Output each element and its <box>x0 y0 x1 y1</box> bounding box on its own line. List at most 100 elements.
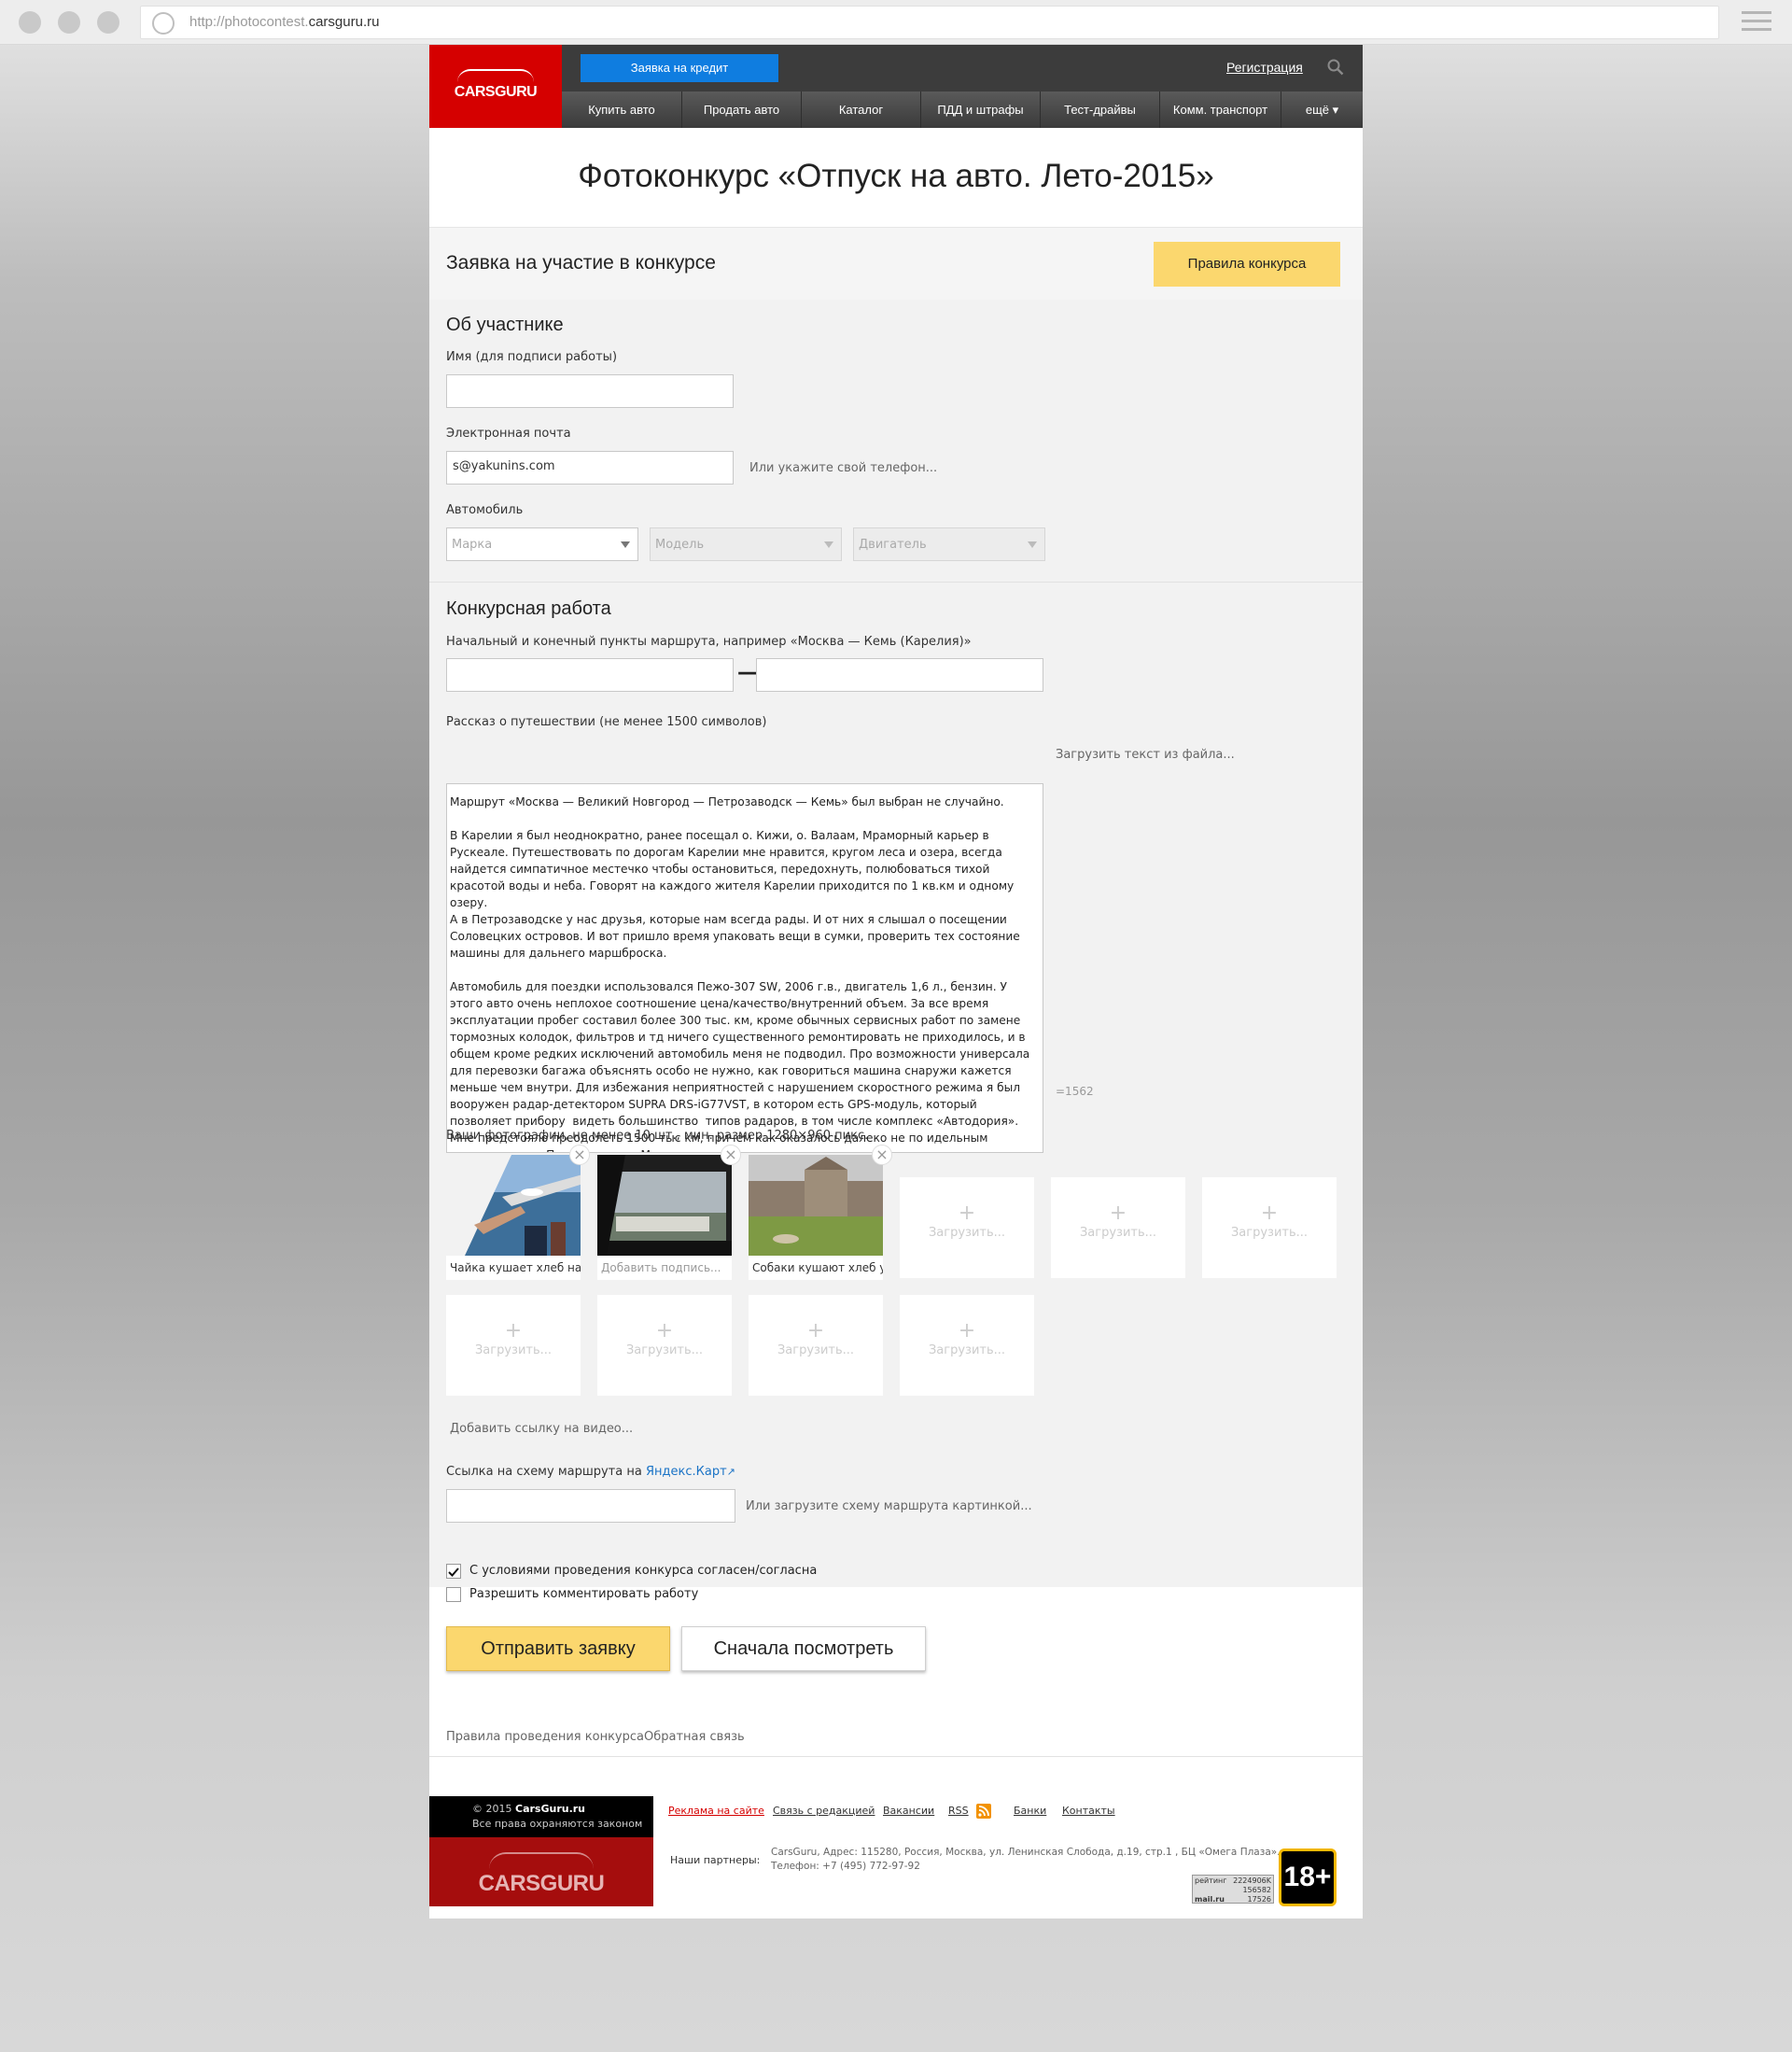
engine-select[interactable]: Двигатель <box>853 527 1045 561</box>
email-input-value: s@yakunins.com <box>453 459 555 473</box>
plus-icon: + <box>1260 1202 1279 1225</box>
hamburger-menu-icon[interactable] <box>1742 11 1771 34</box>
footer-nav-banks[interactable]: Банки <box>1014 1805 1046 1817</box>
photo-caption[interactable]: Собаки кушают хлеб у... <box>749 1256 883 1280</box>
plus-icon: + <box>655 1319 674 1342</box>
seagull-photo <box>446 1155 581 1256</box>
upload-slot-label: Загрузить... <box>625 1343 704 1357</box>
register-link[interactable]: Регистрация <box>1226 60 1303 75</box>
story-textarea[interactable]: Маршрут «Москва — Великий Новгород — Пет… <box>446 783 1043 1153</box>
upload-slot-label: Загрузить... <box>928 1226 1006 1240</box>
nav-catalog[interactable]: Каталог <box>801 91 920 128</box>
credit-request-button[interactable]: Заявка на кредит <box>581 54 778 82</box>
upload-map-image-link[interactable]: Или загрузите схему маршрута картинкой..… <box>746 1499 1032 1513</box>
upload-slot-label: Загрузить... <box>1230 1226 1309 1240</box>
reload-icon[interactable] <box>152 12 175 35</box>
name-label: Имя (для подписи работы) <box>446 350 618 364</box>
upload-text-link[interactable]: Загрузить текст из файла... <box>1056 748 1235 762</box>
counter-value: 17526 <box>1247 1895 1271 1904</box>
plus-icon: + <box>806 1319 825 1342</box>
allow-comments-label[interactable]: Разрешить комментировать работу <box>469 1587 698 1601</box>
plus-icon: + <box>958 1319 976 1342</box>
photo-thumbnail[interactable] <box>749 1155 883 1256</box>
nav-traffic-rules[interactable]: ПДД и штрафы <box>920 91 1040 128</box>
email-input[interactable]: s@yakunins.com <box>446 451 734 485</box>
map-link-input[interactable] <box>446 1489 735 1523</box>
page: CARSGURU Заявка на кредит Регистрация Ку… <box>429 45 1363 1918</box>
upload-slot[interactable]: + Загрузить... <box>900 1177 1034 1278</box>
page-title: Фотоконкурс «Отпуск на авто. Лето-2015» <box>578 158 1214 194</box>
nav-test-drives[interactable]: Тест-драйвы <box>1040 91 1159 128</box>
rss-icon[interactable] <box>976 1804 991 1819</box>
external-link-icon: ↗ <box>726 1466 735 1478</box>
name-input[interactable] <box>446 374 734 408</box>
nav-commercial[interactable]: Комм. транспорт <box>1159 91 1281 128</box>
phone-line: Телефон: +7 (495) 772-97-92 <box>771 1861 920 1872</box>
nav-buy-car[interactable]: Купить авто <box>562 91 681 128</box>
char-count: =1562 <box>1056 1085 1094 1098</box>
car-silhouette-icon <box>489 1852 594 1869</box>
nav-sell-car[interactable]: Продать авто <box>681 91 801 128</box>
brand-select[interactable]: Марка <box>446 527 638 561</box>
upload-slot[interactable]: + Загрузить... <box>1051 1177 1185 1278</box>
upload-slot[interactable]: + Загрузить... <box>749 1295 883 1396</box>
submit-button[interactable]: Отправить заявку <box>446 1626 670 1671</box>
allow-comments-checkbox[interactable] <box>446 1587 461 1602</box>
submit-section <box>429 1587 1363 1805</box>
main-nav: Купить авто Продать авто Каталог ПДД и ш… <box>562 91 1363 128</box>
model-select[interactable]: Модель <box>650 527 842 561</box>
footer-nav-contact-editors[interactable]: Связь с редакцией <box>773 1805 875 1817</box>
photo-caption-placeholder[interactable]: Добавить подпись... <box>597 1256 732 1280</box>
photo-thumbnail[interactable] <box>597 1155 732 1256</box>
footer-nav-rss[interactable]: RSS <box>948 1805 969 1817</box>
plus-icon: + <box>504 1319 523 1342</box>
fortress-photo <box>749 1155 883 1256</box>
counter-value: 156582 <box>1242 1886 1271 1894</box>
photo-thumbnail[interactable] <box>446 1155 581 1256</box>
footer-nav-contacts[interactable]: Контакты <box>1062 1805 1115 1817</box>
phone-link[interactable]: Или укажите свой телефон... <box>749 461 937 475</box>
address-line: CarsGuru, Адрес: 115280, Россия, Москва,… <box>771 1847 1281 1858</box>
logo-text: CARSGURU <box>454 84 538 100</box>
remove-photo-close-icon[interactable]: × <box>872 1145 892 1165</box>
upload-slot[interactable]: + Загрузить... <box>1202 1177 1337 1278</box>
footer-logo[interactable]: CARSGURU <box>429 1837 653 1906</box>
window-dot-icon[interactable] <box>58 11 80 34</box>
upload-slot-label: Загрузить... <box>1079 1226 1157 1240</box>
upload-slot[interactable]: + Загрузить... <box>597 1295 732 1396</box>
contest-rules-link[interactable]: Правила проведения конкурса <box>446 1730 644 1744</box>
chevron-down-icon <box>824 541 833 548</box>
nav-more[interactable]: ещё ▾ <box>1281 91 1363 128</box>
photos-label: Ваши фотографии, не менее 10 шт., мин. р… <box>446 1129 869 1143</box>
footer-nav-ads[interactable]: Реклама на сайте <box>668 1805 764 1817</box>
counter-value: 2224906K <box>1233 1876 1271 1885</box>
search-icon[interactable] <box>1327 59 1344 76</box>
agree-checkbox[interactable] <box>446 1564 461 1579</box>
route-separator: — <box>737 661 758 684</box>
route-end-input[interactable] <box>756 658 1043 692</box>
remove-photo-close-icon[interactable]: × <box>569 1145 590 1165</box>
contest-rules-button[interactable]: Правила конкурса <box>1154 242 1340 287</box>
partners-label: Наши партнеры: <box>670 1854 761 1866</box>
upload-slot[interactable]: + Загрузить... <box>900 1295 1034 1396</box>
email-label: Электронная почта <box>446 427 571 441</box>
plus-icon: + <box>958 1202 976 1225</box>
feedback-link[interactable]: Обратная связь <box>644 1730 745 1744</box>
add-video-link[interactable]: Добавить ссылку на видео... <box>450 1422 633 1436</box>
window-dot-icon[interactable] <box>19 11 41 34</box>
car-window-photo <box>597 1155 732 1256</box>
photo-caption[interactable]: Чайка кушает хлеб на... <box>446 1256 581 1280</box>
map-label: Ссылка на схему маршрута на Яндекс.Карт↗ <box>446 1465 735 1479</box>
yandex-maps-link[interactable]: Яндекс.Карт <box>646 1465 727 1479</box>
window-dot-icon[interactable] <box>97 11 119 34</box>
route-start-input[interactable] <box>446 658 734 692</box>
site-logo[interactable]: CARSGURU <box>429 45 562 128</box>
preview-button[interactable]: Сначала посмотреть <box>681 1626 926 1671</box>
remove-photo-close-icon[interactable]: × <box>721 1145 741 1165</box>
counter-label: рейтинг <box>1195 1876 1227 1885</box>
upload-slot[interactable]: + Загрузить... <box>446 1295 581 1396</box>
address-bar[interactable]: http://photocontest.carsguru.ru <box>140 6 1719 39</box>
footer-nav-jobs[interactable]: Вакансии <box>883 1805 934 1817</box>
agree-label[interactable]: С условиями проведения конкурса согласен… <box>469 1564 817 1578</box>
mailru-counter[interactable]: рейтинг 2224906K 156582 mail.ru 17526 <box>1192 1875 1274 1904</box>
